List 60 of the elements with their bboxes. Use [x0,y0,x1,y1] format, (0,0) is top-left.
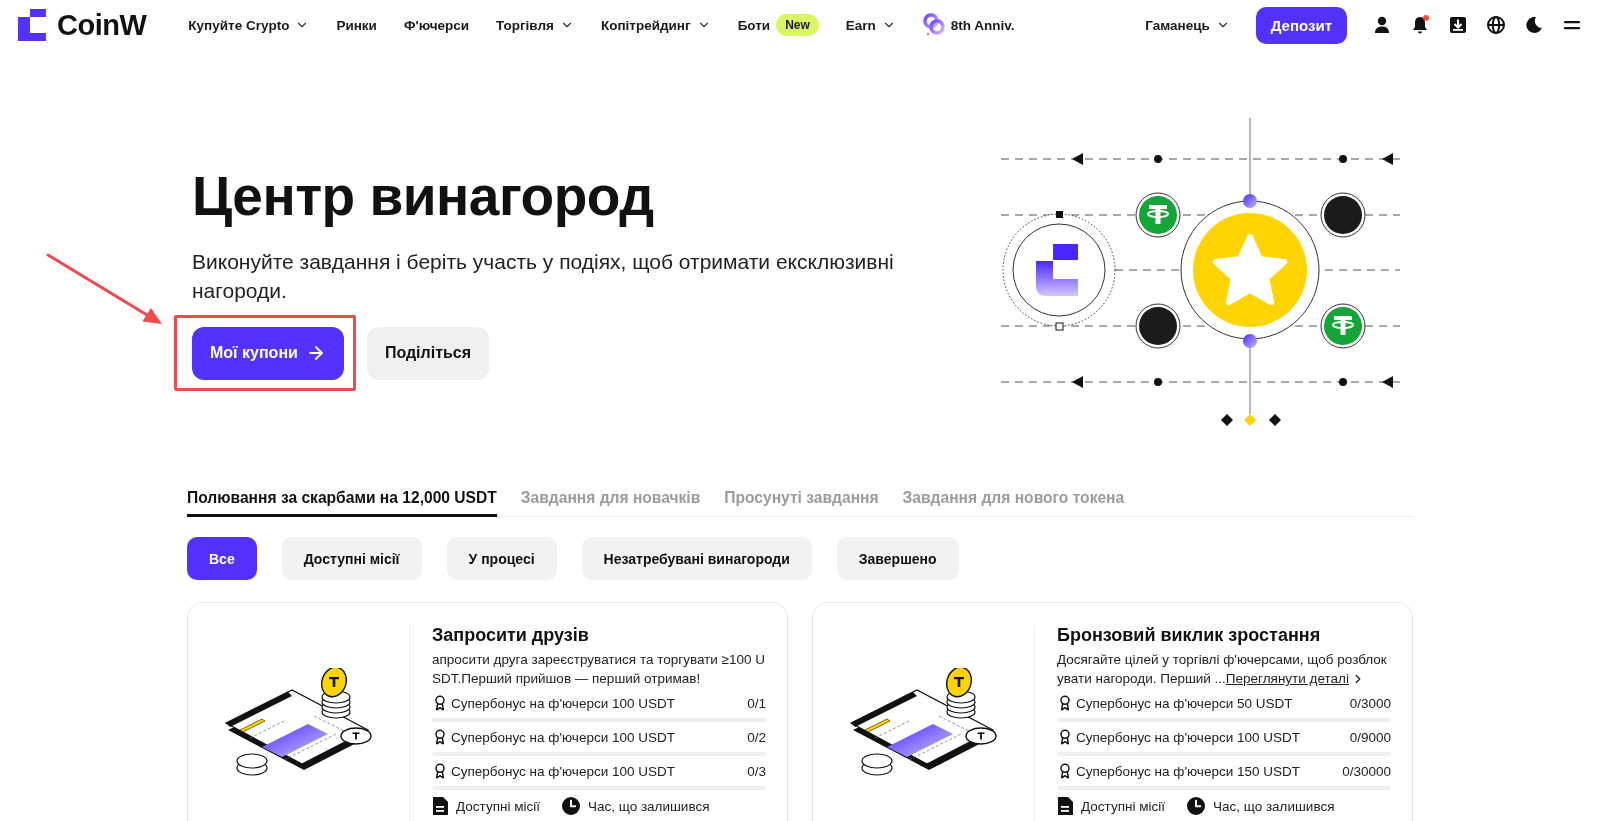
award-icon [1057,763,1073,779]
award-icon [432,763,448,779]
nav-link[interactable]: Боти [737,17,771,33]
nav-link[interactable]: 8th Anniv. [922,13,1015,37]
nav-link[interactable]: Копітрейдинг [600,17,711,33]
task-title: Запросити друзів [432,624,590,646]
page-title: Центр винагород [192,164,655,227]
moon-icon[interactable] [1524,15,1544,35]
nav-link[interactable]: Торгівля [496,17,574,33]
anniversary-emblem-icon [922,13,945,37]
award-icon [432,729,448,745]
reward-count: 0/1 [747,695,766,711]
new-badge: New [776,14,819,36]
document-icon [1057,797,1073,815]
share-button[interactable]: Поділіться [366,326,490,380]
award-icon [1057,729,1073,745]
task-meta: Доступні місії [1081,798,1165,814]
nav-link[interactable]: Earn [845,17,896,33]
task-description: апросити друга зареєструватися та торгувати ≥100 USDT.Перший прийшов — перший отримав! [432,651,766,688]
nav-link[interactable]: Ринки [336,17,377,33]
wallet-menu[interactable]: Гаманець [1145,17,1230,33]
reward-label: Супербонус на ф'ючерси 50 USDT [1076,695,1293,711]
clock-icon [1186,797,1205,815]
reward-label: Супербонус на ф'ючерси 100 USDT [451,695,675,711]
task-description: Досягайте цілей у торгівлі ф'ючерсами, щоб розблокувати нагороди. Перший ...Переглянути деталі [1057,651,1388,688]
download-icon[interactable] [1448,15,1468,35]
coupons-button[interactable]: Мої купони [192,326,344,380]
filter-chip[interactable]: Все [187,537,257,580]
nav-link[interactable]: Купуйте Crypto [188,17,310,33]
globe-icon[interactable] [1486,15,1506,35]
reward-count: 0/9000 [1349,729,1391,745]
filter-chip[interactable]: Незатребувані винагороди [581,537,812,580]
details-link[interactable]: Переглянути деталі [1225,669,1365,688]
document-icon [432,797,448,815]
task-meta: Час, що залишився [587,798,710,814]
reward-label: Супербонус на ф'ючерси 100 USDT [451,763,675,779]
award-icon [432,695,448,711]
reward-label: Супербонус на ф'ючерси 100 USDT [451,729,675,745]
reward-count: 0/30000 [1342,763,1391,779]
reward-count: 0/3000 [1349,695,1391,711]
reward-count: 0/3 [747,763,766,779]
user-icon[interactable] [1372,15,1392,35]
reward-label: Супербонус на ф'ючерси 150 USDT [1076,763,1300,779]
task-meta: Доступні місії [456,798,540,814]
reward-label: Супербонус на ф'ючерси 100 USDT [1076,729,1300,745]
deposit-button[interactable]: Депозит [1255,6,1347,44]
category-tab[interactable]: Полювання за скарбами на 12,000 USDT [187,488,497,517]
nav-link[interactable]: Ф'ючерси [403,17,470,33]
filter-chip[interactable]: У процесі [446,537,557,580]
task-meta: Час, що залишився [1212,798,1335,814]
task-title: Бронзовий виклик зростання [1057,624,1322,646]
reward-count: 0/2 [747,729,766,745]
filter-chip[interactable]: Завершено [836,537,959,580]
clock-icon [561,797,580,815]
filter-chip[interactable]: Доступні місії [281,537,422,580]
logo-icon [18,9,46,41]
award-icon [1057,695,1073,711]
brand-name: CoinW [57,8,147,42]
page-subtitle: Виконуйте завдання і беріть участь у подіях, щоб отримати ексклюзивні нагороди. [192,248,895,304]
bell-icon[interactable] [1410,15,1430,35]
